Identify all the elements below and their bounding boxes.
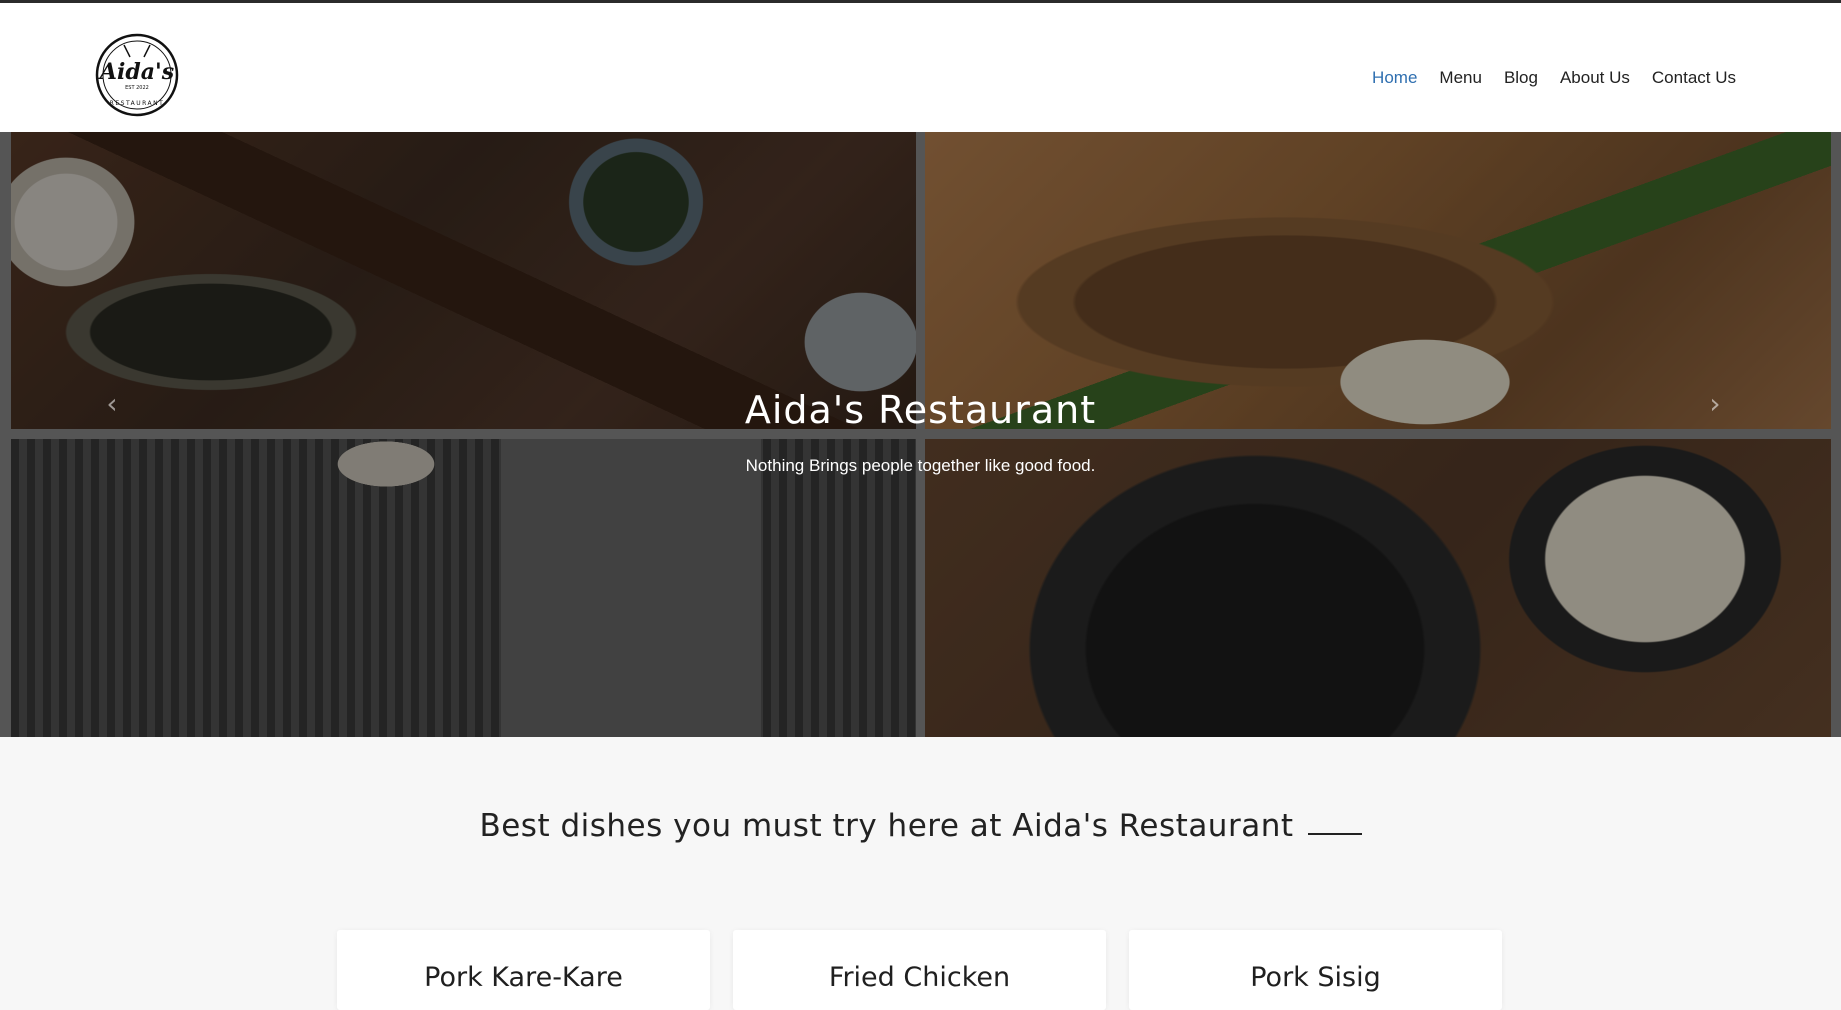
dish-card[interactable]: Pork Kare-Kare [337, 930, 710, 1010]
nav-contact-us[interactable]: Contact Us [1652, 65, 1736, 91]
nav-blog[interactable]: Blog [1504, 65, 1538, 91]
dish-card-title: Pork Kare-Kare [424, 962, 623, 993]
logo-subtitle-text: RESTAURANT [110, 100, 165, 107]
main-nav: Home Menu Blog About Us Contact Us [1350, 65, 1736, 91]
nav-about-us[interactable]: About Us [1560, 65, 1630, 91]
nav-home[interactable]: Home [1372, 65, 1417, 91]
logo-brand-text: Aida's [98, 59, 174, 85]
dish-card[interactable]: Fried Chicken [733, 930, 1106, 1010]
aidas-restaurant-logo-icon: Aida's EST 2022 RESTAURANT [95, 33, 179, 117]
nav-menu[interactable]: Menu [1439, 65, 1482, 91]
hero-title: Aida's Restaurant [744, 388, 1097, 432]
hero-overlay [0, 132, 1841, 737]
heading-dash [1307, 832, 1362, 835]
site-logo[interactable]: Aida's EST 2022 RESTAURANT [94, 33, 180, 117]
section-heading: Best dishes you must try here at Aida's … [0, 808, 1841, 844]
dish-card-title: Pork Sisig [1250, 962, 1381, 993]
dish-card-title: Fried Chicken [828, 962, 1011, 993]
section-heading-text: Best dishes you must try here at Aida's … [479, 808, 1294, 844]
site-header: Aida's EST 2022 RESTAURANT Home Menu Blo… [0, 3, 1841, 132]
hero-subtitle: Nothing Brings people together like good… [745, 456, 1096, 475]
dish-card[interactable]: Pork Sisig [1129, 930, 1502, 1010]
hero-carousel: ‹ › Aida's Restaurant Nothing Brings peo… [0, 132, 1841, 737]
logo-est-text: EST 2022 [125, 85, 149, 91]
